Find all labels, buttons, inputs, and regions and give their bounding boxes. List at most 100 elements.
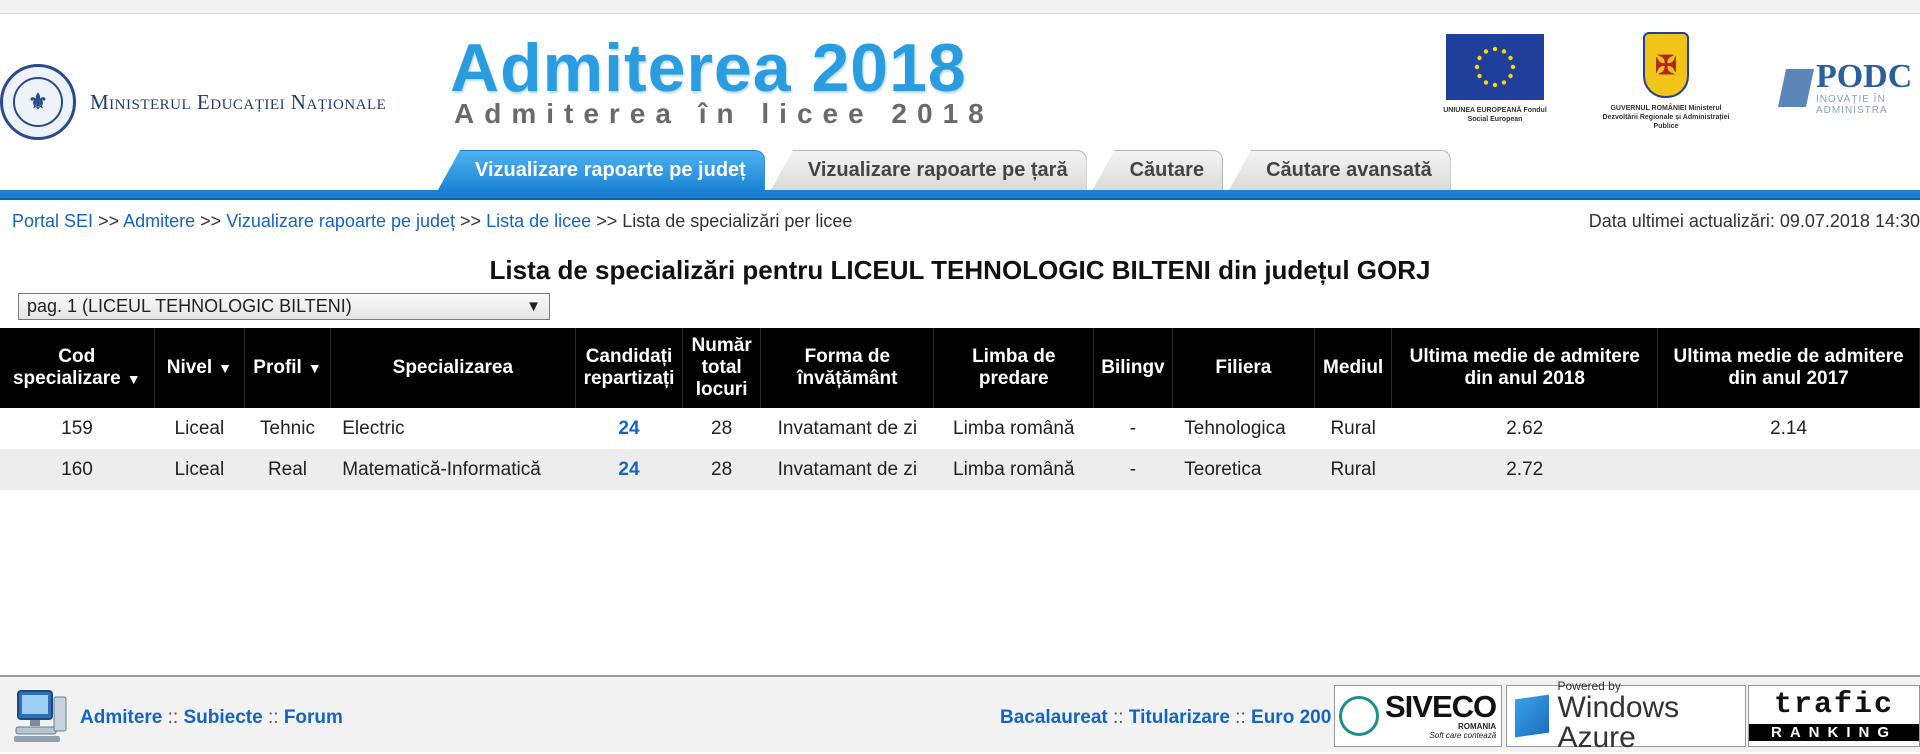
sort-arrow-icon: ▼ [218, 360, 233, 376]
footer-link-forum[interactable]: Forum [284, 707, 343, 728]
table-row: 160 Liceal Real Matematică-Informatică 2… [0, 449, 1920, 490]
column-header-medie-2017: Ultima medie de admitere din anul 2017 [1657, 328, 1920, 408]
ministry-logo[interactable]: ⚜ Ministerul Educației Naționale [0, 64, 386, 140]
column-header-forma: Forma de învățământ [760, 328, 935, 408]
podc-mark-icon [1777, 69, 1814, 107]
column-header-specializarea: Specializarea [330, 328, 577, 408]
podc-tagline: INOVAȚIE ÎN ADMINISTRA [1815, 94, 1888, 116]
column-header-medie-2018: Ultima medie de admitere din anul 2018 [1391, 328, 1659, 408]
top-strip [0, 0, 1920, 14]
government-caption: GUVERNUL ROMÂNIEI Ministerul Dezvoltării… [1602, 105, 1730, 130]
footer-separator: :: [267, 707, 279, 728]
siveco-badge[interactable]: SIVECO ROMANIA Soft care contează [1334, 685, 1502, 747]
trafic-ranking-label: RANKING [1749, 724, 1919, 741]
cell-profil: Real [244, 449, 331, 490]
podc-logo[interactable]: PODC INOVAȚIE ÎN ADMINISTRA [1777, 58, 1920, 116]
cell-medie-2017 [1657, 449, 1920, 490]
site-header: ⚜ Ministerul Educației Naționale Admiter… [0, 14, 1920, 200]
footer-link-bacalaureat[interactable]: Bacalaureat [1000, 707, 1108, 728]
column-header-limba: Limba de predare [933, 328, 1095, 408]
cell-mediul: Rural [1314, 449, 1392, 490]
breadcrumb-school-list[interactable]: Lista de licee [486, 211, 591, 231]
breadcrumb-separator: >> [98, 211, 120, 231]
cell-filiera: Teoretica [1172, 449, 1315, 490]
cell-medie-2018: 2.72 [1391, 449, 1658, 490]
breadcrumb-current: Lista de specializări per licee [622, 211, 853, 231]
page-select-value: pag. 1 (LICEUL TEHNOLOGIC BILTENI) [27, 296, 352, 316]
footer: Admitere :: Subiecte :: Forum Bacalaurea… [0, 675, 1920, 753]
page-select[interactable]: pag. 1 (LICEUL TEHNOLOGIC BILTENI) ▼ [18, 293, 550, 320]
windows-azure-badge[interactable]: Powered by Windows Azure [1506, 679, 1746, 753]
cell-cod: 160 [0, 449, 155, 490]
cell-numar-locuri: 28 [682, 449, 761, 490]
table-header-row: Cod specializare ▼ Nivel ▼ Profil ▼ Special… [0, 328, 1920, 408]
cell-nivel: Liceal [174, 417, 225, 439]
column-header-nivel[interactable]: Nivel ▼ [154, 328, 246, 408]
column-header-cod[interactable]: Cod specializare ▼ [0, 328, 155, 408]
candidates-link[interactable]: 24 [618, 459, 639, 480]
tab-country-reports[interactable]: Vizualizare rapoarte pe țară [770, 150, 1087, 190]
tab-county-reports[interactable]: Vizualizare rapoarte pe județ [438, 150, 765, 190]
government-seal-icon: ⚜ [0, 64, 76, 140]
cell-limba: Limba română [953, 417, 1075, 439]
column-header-profil[interactable]: Profil ▼ [244, 328, 331, 408]
table-row: 159 Liceal Tehnic Electric 24 28 Invatam… [0, 408, 1920, 449]
column-header-candidati: Candidați repartizați [575, 328, 683, 408]
siveco-name: SIVECO [1385, 689, 1497, 724]
brand-subtitle: Admiterea în licee 2018 [454, 98, 994, 129]
cell-medie-2018: 2.62 [1506, 417, 1544, 439]
column-header-mediul: Mediul [1314, 328, 1393, 408]
breadcrumb-portal-sei[interactable]: Portal SEI [12, 211, 93, 231]
eu-flag-icon [1446, 34, 1544, 100]
footer-link-admitere[interactable]: Admitere [80, 707, 162, 728]
main-tabs: Vizualizare rapoarte pe județ Vizualizar… [438, 150, 1451, 190]
cell-nivel: Liceal [154, 449, 245, 490]
cell-numar-locuri: 28 [711, 417, 733, 439]
romania-crest-icon: ✠ [1643, 32, 1689, 98]
cell-filiera: Tehnologica [1184, 417, 1286, 439]
breadcrumb: Portal SEI >> Admitere >> Vizualizare ra… [12, 211, 852, 232]
trafic-name: trafic [1773, 688, 1895, 722]
trafic-ranking-badge[interactable]: trafic RANKING [1748, 685, 1920, 747]
footer-link-titularizare[interactable]: Titularizare [1129, 707, 1230, 728]
column-header-bilingv: Bilingv [1093, 328, 1173, 408]
breadcrumb-separator: >> [200, 211, 222, 231]
cell-candidati: 24 [576, 408, 683, 449]
breadcrumb-separator: >> [596, 211, 618, 231]
cell-bilingv: - [1093, 449, 1173, 490]
tab-search[interactable]: Căutare [1092, 150, 1224, 190]
siveco-globe-icon [1339, 696, 1379, 736]
cell-candidati: 24 [575, 449, 683, 490]
footer-right-links: Bacalaureat :: Titularizare :: Euro 200 [1000, 707, 1331, 729]
cell-specializarea: Matematică-Informatică [330, 449, 576, 490]
eu-stars-icon [1474, 46, 1516, 88]
breadcrumb-admitere[interactable]: Admitere [123, 211, 195, 231]
cell-cod: 159 [61, 417, 93, 439]
sort-arrow-icon: ▼ [307, 360, 322, 376]
azure-name: Windows Azure [1557, 691, 1680, 754]
sort-arrow-icon: ▼ [126, 371, 141, 387]
ministry-name: Ministerul Educației Naționale [90, 89, 387, 114]
computer-icon [14, 690, 67, 742]
footer-link-euro200[interactable]: Euro 200 [1251, 707, 1331, 728]
cell-forma: Invatamant de zi [760, 449, 934, 490]
footer-separator: :: [1113, 707, 1124, 728]
footer-link-subiecte[interactable]: Subiecte [183, 707, 262, 728]
cell-limba: Limba română [933, 449, 1094, 490]
candidates-link[interactable]: 24 [618, 418, 639, 439]
government-logo: ✠ GUVERNUL ROMÂNIEI Ministerul Dezvoltăr… [1596, 32, 1736, 131]
column-header-numar-locuri: Număr total locuri [682, 328, 762, 408]
breadcrumb-separator: >> [460, 211, 482, 231]
podc-name: PODC [1815, 58, 1913, 95]
footer-separator: :: [1235, 707, 1246, 728]
footer-separator: :: [167, 707, 179, 728]
page-title: Lista de specializări pentru LICEUL TEHN… [489, 255, 1431, 285]
cell-bilingv: - [1129, 417, 1137, 439]
tab-advanced-search[interactable]: Căutare avansată [1229, 150, 1451, 190]
cell-specializarea: Electric [342, 417, 405, 439]
dropdown-arrow-icon: ▼ [526, 298, 541, 315]
footer-left-links: Admitere :: Subiecte :: Forum [80, 707, 343, 729]
breadcrumb-county-reports[interactable]: Vizualizare rapoarte pe județ [226, 211, 455, 231]
admission-brand: Admiterea 2018 Admiterea în licee 2018 [450, 32, 994, 130]
windows-flag-icon [1515, 694, 1550, 738]
